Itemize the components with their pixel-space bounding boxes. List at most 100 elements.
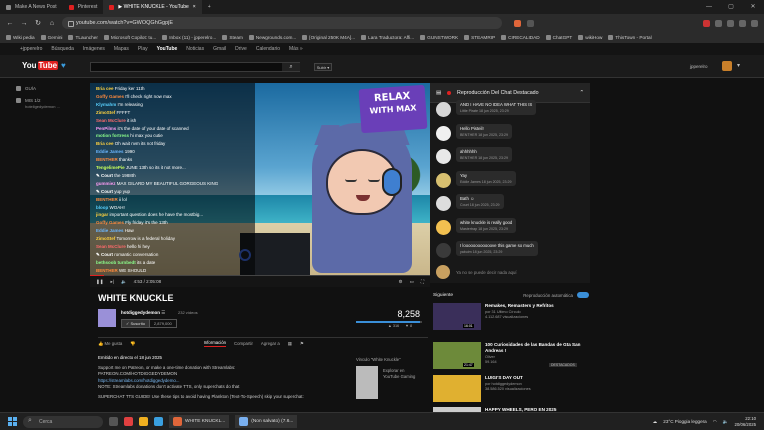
bookmark-item[interactable]: [Original 250K M4A]... — [302, 35, 355, 40]
rewards-icon[interactable] — [527, 19, 534, 27]
reload-icon[interactable]: ↻ — [34, 19, 42, 27]
browser-tab-youtube[interactable]: ▶ WHITE KNUCKLE - YouTube × — [103, 0, 202, 14]
volume-icon[interactable]: 🔈 — [121, 279, 127, 285]
back-icon[interactable]: ← — [6, 20, 14, 27]
bookmark-item[interactable]: Gemini — [40, 35, 62, 40]
search-input[interactable] — [90, 62, 300, 72]
steam-icon[interactable] — [154, 417, 163, 426]
bookmark-item[interactable]: TLauncher — [68, 35, 98, 40]
google-link[interactable]: Drive — [235, 46, 247, 52]
extension-icon[interactable] — [727, 19, 734, 27]
chat-avatar[interactable] — [436, 196, 451, 211]
google-link[interactable]: Imágenes — [83, 46, 105, 52]
recommended-thumbnail[interactable] — [433, 375, 481, 402]
task-view-icon[interactable] — [109, 417, 118, 426]
forward-icon[interactable]: → — [20, 20, 28, 27]
google-link[interactable]: +jpperelro — [20, 46, 42, 52]
google-link[interactable]: Gmail — [213, 46, 226, 52]
search-button[interactable]: ⌕ — [282, 63, 300, 71]
google-link-more[interactable]: Más » — [289, 46, 303, 52]
brave-shield-icon[interactable] — [514, 19, 521, 27]
chat-avatar[interactable] — [436, 102, 451, 117]
settings-icon[interactable]: ⚙ — [399, 279, 403, 285]
channel-name[interactable]: hotdiggedydemon — [121, 310, 160, 315]
bookmark-item[interactable]: CIRECALIDAD — [501, 35, 540, 40]
google-link[interactable]: Play — [138, 46, 148, 52]
extension-icon[interactable] — [703, 19, 710, 27]
upload-button[interactable]: Subir ▾ — [314, 63, 332, 71]
streamlabs-link[interactable]: https://streamlabs.com/hotdiggedydemo... — [98, 378, 180, 383]
username[interactable]: jpperelro — [690, 64, 708, 69]
wifi-icon[interactable]: ◠ — [713, 419, 717, 425]
browser-tab-news[interactable]: Make A News Post — [0, 0, 63, 14]
close-tab-icon[interactable]: × — [193, 4, 196, 10]
chevron-down-icon[interactable]: ▾ — [737, 62, 743, 70]
google-link-youtube[interactable]: YouTube — [157, 46, 178, 52]
chevron-up-icon[interactable]: ⌃ — [580, 90, 584, 96]
chrome-icon[interactable] — [139, 417, 148, 426]
video-player[interactable]: RELAX WITH MAX Bria cee Friday ker 11th G… — [90, 83, 430, 276]
google-link[interactable]: Búsqueda — [51, 46, 74, 52]
bookmark-item[interactable]: Microsoft Copilot: tu... — [103, 35, 156, 40]
bookmark-item[interactable]: Wiki pedia — [6, 35, 35, 40]
subscribe-button[interactable]: ✓ Suscrito — [121, 319, 150, 328]
recommended-thumbnail[interactable] — [433, 342, 481, 369]
chat-avatar[interactable] — [436, 172, 451, 188]
home-icon[interactable]: ⌂ — [48, 20, 56, 27]
bookmark-item[interactable]: Inbox (11) - jpperelro... — [162, 35, 216, 40]
taskbar-brave-window[interactable]: WHITE KNUCKL... — [169, 415, 230, 428]
browser-tab-pinterest[interactable]: Pinterest — [63, 0, 104, 14]
windows-start-icon[interactable] — [8, 417, 17, 426]
dislike-button[interactable]: 👎 — [130, 341, 135, 347]
recommended-title[interactable]: LUIGI'S DAY OUT — [485, 375, 589, 381]
speaker-icon[interactable]: 🔈 — [723, 419, 729, 425]
bookmark-item[interactable]: Lara Traductora: Affi... — [361, 35, 414, 40]
game-link[interactable]: Explorar en YouTube Gaming — [383, 368, 415, 380]
channel-name-row[interactable]: hotdiggedydemon ☰ — [121, 310, 165, 316]
bookmark-item[interactable]: STEAMRIP — [464, 35, 495, 40]
google-link[interactable]: Mapas — [114, 46, 129, 52]
taskbar-search[interactable]: Cerca — [23, 415, 103, 428]
stats-icon[interactable]: ▦ — [288, 341, 292, 347]
recommended-title[interactable]: 100 Curiosidades de las Bandas de Gta Sa… — [485, 342, 589, 354]
close-window-icon[interactable]: ✕ — [742, 0, 764, 14]
fullscreen-icon[interactable]: ⛶ — [421, 279, 424, 284]
like-button[interactable]: 👍 Me gusta — [98, 341, 122, 347]
menu-icon[interactable] — [751, 19, 758, 27]
bookmark-item[interactable]: GUNSTWORK — [420, 35, 458, 40]
clock[interactable]: 22:10 20/06/2025 — [734, 416, 756, 428]
new-tab-button[interactable]: + — [202, 0, 217, 14]
flag-icon[interactable]: ⚑ — [300, 341, 304, 347]
extension-icon[interactable] — [715, 19, 722, 27]
channel-avatar[interactable] — [98, 309, 116, 327]
minimize-icon[interactable]: — — [698, 0, 720, 14]
puzzle-icon[interactable] — [739, 19, 746, 27]
autoplay-toggle[interactable] — [577, 292, 589, 298]
chat-avatar[interactable] — [436, 219, 451, 235]
google-link[interactable]: Noticias — [186, 46, 204, 52]
tab-share[interactable]: Compartir — [234, 341, 253, 346]
user-avatar[interactable] — [722, 61, 732, 71]
next-icon[interactable]: ▸| — [111, 279, 114, 285]
youtube-logo[interactable]: You Tube ♥ — [22, 61, 66, 70]
tab-add-to[interactable]: Agregar a — [261, 341, 280, 346]
guide-item[interactable]: GUÍA — [16, 86, 76, 91]
bookmark-item[interactable]: Steam — [222, 35, 243, 40]
pause-icon[interactable]: ❚❚ — [96, 279, 104, 285]
recommended-thumbnail[interactable] — [433, 303, 481, 330]
bookmark-item[interactable]: ChatGPT — [545, 35, 572, 40]
taskbar-paint-window[interactable]: (Non salvato) (7.6... — [235, 415, 298, 428]
weather-text[interactable]: 23°C Pioggia leggera — [663, 419, 706, 424]
chat-avatar[interactable] — [436, 243, 451, 258]
recommended-video[interactable]: 16:01 Remakes, Remasters y Refritos por 31… — [433, 303, 589, 341]
recommended-title[interactable]: Remakes, Remasters y Refritos — [485, 303, 589, 309]
google-link[interactable]: Calendario — [256, 46, 280, 52]
maximize-icon[interactable]: ▢ — [720, 0, 742, 14]
game-thumbnail[interactable] — [356, 366, 378, 399]
tab-information[interactable]: Información — [203, 340, 227, 347]
bookmark-item[interactable]: Newgrounds.com... — [248, 35, 296, 40]
theater-icon[interactable]: ▭ — [410, 279, 414, 285]
chat-avatar[interactable] — [436, 125, 451, 141]
url-input[interactable]: youtube.com/watch?v=GWOQGhGgpjE — [62, 17, 502, 29]
chat-avatar[interactable] — [436, 149, 451, 164]
